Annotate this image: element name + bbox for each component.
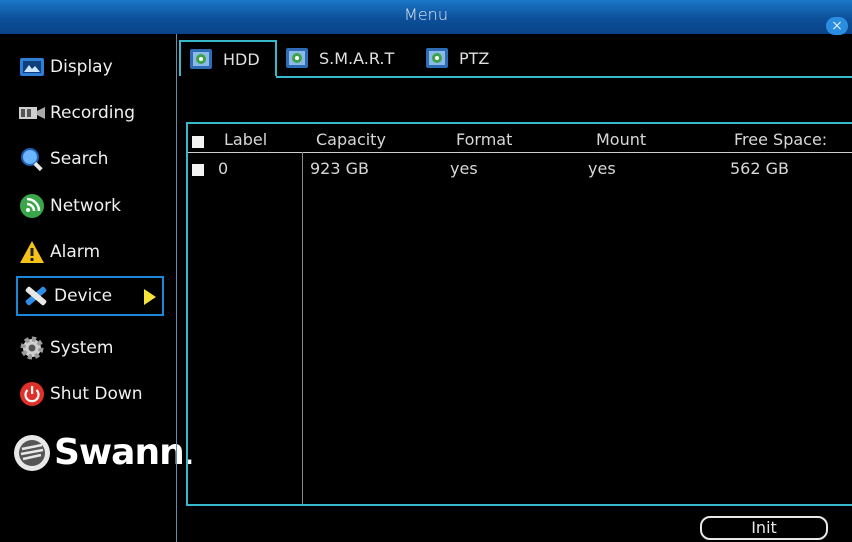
sidebar-item-network[interactable]: Network (14, 185, 166, 227)
sidebar-item-display[interactable]: Display (14, 46, 166, 88)
column-header-label: Label (224, 130, 268, 149)
sidebar-item-shutdown[interactable]: Shut Down (14, 373, 166, 415)
alarm-icon (18, 238, 46, 266)
recording-icon (18, 99, 46, 127)
settings-tab-icon (286, 48, 308, 68)
hdd-table: Label Capacity Format Mount Free Space: … (186, 122, 852, 506)
tab-label: PTZ (459, 48, 490, 68)
cell-free-space: 562 GB (730, 159, 789, 178)
chevron-right-icon (144, 289, 156, 305)
sidebar-item-device[interactable]: Device (16, 276, 164, 316)
sidebar-item-label: System (50, 338, 114, 358)
tab-ptz[interactable]: PTZ (417, 40, 507, 76)
cell-format: yes (450, 159, 478, 178)
sidebar-item-label: Device (54, 286, 113, 306)
column-header-capacity: Capacity (316, 130, 386, 149)
select-all-checkbox[interactable] (192, 136, 204, 148)
sidebar-item-label: Search (50, 149, 109, 169)
sidebar-item-alarm[interactable]: Alarm (14, 231, 166, 273)
header-divider (188, 152, 852, 153)
sidebar-item-label: Display (50, 57, 113, 77)
device-icon (22, 282, 50, 310)
swann-logo-icon (14, 434, 50, 471)
row-checkbox[interactable] (192, 164, 204, 176)
tab-smart[interactable]: S.M.A.R.T (277, 40, 417, 76)
tab-hdd[interactable]: HDD (179, 40, 277, 76)
tab-bar: HDD S.M.A.R.T PTZ (177, 40, 852, 78)
gear-icon (18, 334, 46, 362)
sidebar: Display Recording Search Network Alarm D… (8, 34, 195, 542)
settings-tab-icon (190, 49, 212, 69)
display-icon (18, 53, 46, 81)
column-divider (302, 152, 303, 504)
sidebar-item-label: Network (50, 196, 121, 216)
cell-mount: yes (588, 159, 616, 178)
sidebar-item-label: Shut Down (50, 384, 143, 404)
column-header-format: Format (456, 130, 513, 149)
sidebar-item-system[interactable]: System (14, 327, 166, 369)
settings-tab-icon (426, 48, 448, 68)
sidebar-item-search[interactable]: Search (14, 138, 166, 180)
search-icon (18, 145, 46, 173)
power-icon (18, 380, 46, 408)
sidebar-item-label: Recording (50, 103, 136, 123)
column-header-free-space: Free Space: (734, 130, 828, 149)
tab-label: S.M.A.R.T (319, 48, 395, 68)
close-icon[interactable]: × (826, 17, 848, 35)
tab-label: HDD (223, 49, 260, 69)
swann-logo: Swann . (12, 432, 195, 473)
sidebar-item-recording[interactable]: Recording (14, 92, 166, 134)
logo-text: Swann (54, 432, 185, 473)
sidebar-item-label: Alarm (50, 242, 101, 262)
column-header-mount: Mount (596, 130, 647, 149)
cell-label: 0 (218, 159, 229, 178)
tab-underline (276, 76, 852, 78)
sidebar-divider (176, 34, 177, 542)
window-title: Menu (404, 5, 448, 24)
cell-capacity: 923 GB (310, 159, 369, 178)
title-bar: Menu × (0, 0, 852, 35)
network-icon (18, 192, 46, 220)
init-button[interactable]: Init (700, 516, 828, 540)
